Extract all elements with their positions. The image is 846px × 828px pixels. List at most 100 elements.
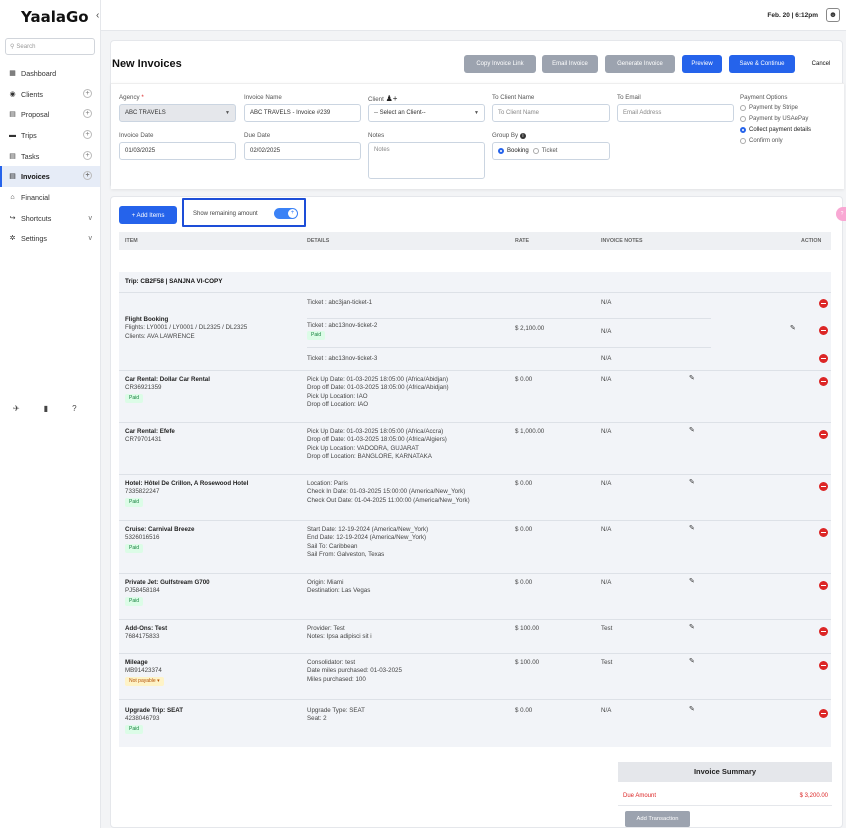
document-icon[interactable]: ▮ — [44, 404, 48, 413]
edit-icon[interactable]: ✎ — [689, 577, 695, 585]
agency-label: Agency * — [119, 94, 144, 101]
invoice-date-input[interactable]: 01/03/2025 — [119, 142, 236, 160]
item-details: Pick Up Date: 01-03-2025 18:05:00 (Afric… — [307, 428, 447, 461]
to-email-label: To Email — [617, 94, 641, 101]
add-client-icon[interactable]: ♟+ — [386, 94, 398, 103]
plus-icon[interactable]: + — [83, 109, 92, 119]
edit-icon[interactable]: ✎ — [689, 426, 695, 434]
delete-icon[interactable] — [819, 299, 828, 308]
sidebar-item-invoices[interactable]: ▤ Invoices + — [0, 166, 100, 188]
agency-select[interactable]: ABC TRAVELS ▼ — [119, 104, 236, 122]
plus-icon[interactable]: + — [83, 88, 92, 98]
sidebar-item-trips[interactable]: ▬ Trips + — [0, 125, 100, 146]
rocket-icon[interactable]: ✈ — [13, 404, 20, 413]
user-icon[interactable]: ☻ — [826, 8, 840, 22]
show-remaining-amount-toggle[interactable]: + — [274, 208, 298, 219]
delete-icon[interactable] — [819, 377, 828, 386]
plus-icon[interactable]: + — [83, 130, 92, 140]
item-rate: $ 0.00 — [515, 526, 533, 533]
add-transaction-button[interactable]: Add Transaction — [625, 811, 690, 827]
col-rate: RATE — [515, 238, 530, 244]
payment-usaepay-radio[interactable]: Payment by USAePay — [740, 116, 808, 122]
to-client-input[interactable]: To Client Name — [492, 104, 610, 122]
generate-invoice-button[interactable]: Generate Invoice — [605, 55, 675, 73]
flight-booking-info: Flight Booking Flights: LY0001 / LY0001 … — [125, 316, 248, 340]
group-by-booking-radio[interactable]: Booking — [498, 148, 529, 154]
delete-icon[interactable] — [819, 627, 828, 636]
sidebar-item-clients[interactable]: ◉ Clients + — [0, 84, 100, 105]
to-email-input[interactable]: Email Address — [617, 104, 734, 122]
due-date-input[interactable]: 02/02/2025 — [244, 142, 361, 160]
table-row: Cruise: Carnival Breeze 5326016516 Paid St… — [119, 520, 831, 573]
payment-collect-radio[interactable]: Collect payment details — [740, 127, 811, 133]
item-note: Test — [601, 625, 613, 632]
add-items-button[interactable]: + Add Items — [119, 206, 177, 224]
status-badge: Paid — [125, 543, 144, 553]
sidebar-bottom-tools: ✈ ▮ ? — [13, 404, 77, 413]
save-continue-button[interactable]: Save & Continue — [729, 55, 795, 73]
delete-icon[interactable] — [819, 528, 828, 537]
delete-icon[interactable] — [819, 581, 828, 590]
status-badge: Paid — [125, 724, 144, 734]
delete-icon[interactable] — [819, 326, 828, 335]
delete-icon[interactable] — [819, 709, 828, 718]
status-badge: Paid — [307, 331, 326, 341]
client-select[interactable]: -- Select an Client-- ▼ — [368, 104, 485, 122]
item-details: Origin: Miami Destination: Las Vegas — [307, 579, 371, 595]
cancel-button[interactable]: Cancel — [801, 55, 841, 73]
table-row: Flight Booking Flights: LY0001 / LY0001 … — [119, 292, 831, 370]
delete-icon[interactable] — [819, 430, 828, 439]
status-badge[interactable]: Not payable ▾ — [125, 676, 164, 686]
sidebar-search-input[interactable]: ⚲ Search — [5, 38, 95, 55]
edit-icon[interactable]: ✎ — [689, 623, 695, 631]
ticket-note: N/A — [601, 328, 612, 335]
copy-invoice-link-button[interactable]: Copy Invoice Link — [464, 55, 536, 73]
item-rate: $ 100.00 — [515, 659, 540, 666]
item-info: Mileage MB91423374 Not payable ▾ — [125, 659, 164, 686]
item-details: Start Date: 12-19-2024 (America/New_York… — [307, 526, 429, 559]
ticket-label: Ticket : abc13nov-ticket-2 Paid — [307, 322, 378, 341]
settings-icon: ✲ — [9, 235, 16, 243]
delete-icon[interactable] — [819, 354, 828, 363]
edit-icon[interactable]: ✎ — [689, 524, 695, 532]
chevron-down-icon: ▾ — [157, 677, 160, 684]
item-note: N/A — [601, 428, 612, 435]
sidebar-item-tasks[interactable]: ▤ Tasks + — [0, 146, 100, 167]
group-by-ticket-radio[interactable]: Ticket — [532, 148, 557, 154]
item-info: Private Jet: Gulfstream G700 PJ58458184 Pa… — [125, 579, 210, 606]
side-panel-tab-icon[interactable]: ? — [836, 207, 846, 221]
chevron-down-icon: v — [88, 214, 93, 222]
ticket-note: N/A — [601, 299, 612, 306]
payment-confirm-radio[interactable]: Confirm only — [740, 138, 783, 144]
sidebar-item-settings[interactable]: ✲ Settings v — [0, 229, 100, 250]
invoice-header-card: New Invoices Copy Invoice Link Email Inv… — [110, 40, 844, 189]
sidebar-item-proposal[interactable]: ▤ Proposal + — [0, 104, 100, 125]
page-title: New Invoices — [112, 58, 182, 70]
sidebar-item-dashboard[interactable]: ▦ Dashboard — [0, 63, 100, 84]
sidebar-item-shortcuts[interactable]: ↪ Shortcuts v — [0, 208, 100, 229]
edit-icon[interactable]: ✎ — [790, 324, 796, 332]
status-badge: Paid — [125, 393, 144, 403]
payment-stripe-radio[interactable]: Payment by Stripe — [740, 105, 798, 111]
client-label: Client ♟+ — [368, 94, 398, 103]
edit-icon[interactable]: ✎ — [689, 478, 695, 486]
plus-icon[interactable]: + — [83, 171, 92, 181]
edit-icon[interactable]: ✎ — [689, 657, 695, 665]
collapse-sidebar-icon[interactable]: ‹ — [96, 10, 99, 21]
edit-icon[interactable]: ✎ — [689, 374, 695, 382]
preview-button[interactable]: Preview — [682, 55, 722, 73]
sidebar-nav: ▦ Dashboard ◉ Clients + ▤ Proposal + ▬ Trips + … — [0, 63, 100, 249]
delete-icon[interactable] — [819, 482, 828, 491]
to-client-label: To Client Name — [492, 94, 535, 101]
email-invoice-button[interactable]: Email Invoice — [542, 55, 598, 73]
notes-textarea[interactable]: Notes — [368, 142, 485, 179]
invoice-name-input[interactable]: ABC TRAVELS - Invoice #239 — [244, 104, 361, 122]
delete-icon[interactable] — [819, 661, 828, 670]
app-logo[interactable]: YaalaGo — [21, 8, 89, 26]
item-info: Add-Ons: Test 7684175833 — [125, 625, 168, 641]
item-details: Location: Paris Check In Date: 01-03-2025… — [307, 480, 470, 504]
plus-icon[interactable]: + — [83, 150, 92, 160]
edit-icon[interactable]: ✎ — [689, 705, 695, 713]
help-icon[interactable]: ? — [72, 404, 76, 413]
sidebar-item-financial[interactable]: ⌂ Financial — [0, 187, 100, 208]
